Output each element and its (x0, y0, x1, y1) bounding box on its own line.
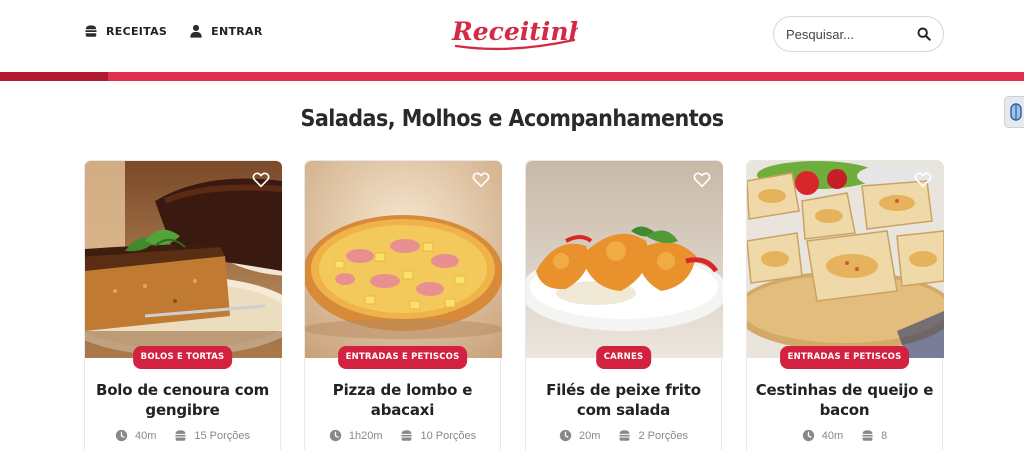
burger-icon (619, 430, 631, 441)
heart-icon[interactable] (693, 171, 711, 189)
prep-time-value: 40m (821, 429, 844, 442)
nav-receitas[interactable]: RECEITAS (84, 24, 167, 38)
servings: 10 Porções (400, 429, 476, 442)
search-icon[interactable] (917, 27, 931, 41)
clock-icon (559, 429, 572, 442)
clock-icon (115, 429, 128, 442)
recipe-image[interactable] (526, 161, 723, 358)
recipe-card[interactable]: ENTRADAS E PETISCOS Pizza de lombo e aba… (304, 160, 502, 450)
prep-time: 1h20m (329, 429, 383, 442)
site-header: RECEITAS ENTRAR Receitinhas (0, 0, 1024, 70)
nav-entrar[interactable]: ENTRAR (189, 24, 262, 38)
search-box[interactable] (773, 16, 944, 52)
clock-icon (802, 429, 814, 442)
header-accent-bar-dark (0, 72, 108, 81)
servings: 15 Porções (174, 429, 250, 442)
nav-entrar-label: ENTRAR (211, 24, 263, 38)
servings-value: 15 Porções (194, 429, 251, 442)
main-nav: RECEITAS ENTRAR (84, 24, 263, 38)
recipe-title[interactable]: Pizza de lombo e abacaxi (313, 380, 492, 420)
category-badge[interactable]: CARNES (595, 346, 652, 369)
search-input[interactable] (786, 26, 917, 42)
category-badge[interactable]: BOLOS E TORTAS (132, 346, 233, 369)
recipe-meta: 40m 8 (747, 429, 942, 442)
prep-time-value: 20m (579, 429, 601, 442)
accessibility-icon (1010, 103, 1022, 121)
prep-time-value: 40m (134, 429, 157, 442)
servings: 2 Porções (618, 429, 688, 442)
user-icon (190, 24, 202, 38)
nav-receitas-label: RECEITAS (106, 24, 168, 38)
clock-icon (329, 429, 342, 442)
servings-value: 8 (881, 429, 888, 442)
logo-text: Receitinhas (451, 17, 578, 46)
burger-icon (401, 430, 413, 441)
prep-time: 40m (802, 429, 843, 442)
recipe-card[interactable]: CARNES Filés de peixe frito com salada 2… (525, 160, 723, 450)
recipe-title[interactable]: Cestinhas de queijo e bacon (755, 380, 934, 420)
servings-value: 10 Porções (420, 429, 477, 442)
servings: 8 (861, 429, 887, 442)
prep-time: 20m (559, 429, 600, 442)
site-logo[interactable]: Receitinhas (450, 10, 578, 58)
recipe-card[interactable]: BOLOS E TORTAS Bolo de cenoura com gengi… (84, 160, 282, 450)
recipe-meta: 20m 2 Porções (526, 429, 721, 442)
heart-icon[interactable] (914, 171, 932, 189)
category-badge[interactable]: ENTRADAS E PETISCOS (337, 346, 468, 369)
recipe-image[interactable] (305, 161, 502, 358)
burger-icon (862, 430, 873, 441)
section-title: Saladas, Molhos e Acompanhamentos (300, 106, 724, 132)
recipe-meta: 40m 15 Porções (85, 429, 280, 442)
prep-time: 40m (115, 429, 156, 442)
burger-icon (85, 25, 97, 37)
recipe-image[interactable] (85, 161, 282, 358)
recipe-title[interactable]: Filés de peixe frito com salada (534, 380, 713, 420)
heart-icon[interactable] (252, 171, 270, 189)
header-accent-bar (108, 72, 1024, 81)
category-badge[interactable]: ENTRADAS E PETISCOS (779, 346, 910, 369)
recipe-meta: 1h20m 10 Porções (305, 429, 500, 442)
recipe-card[interactable]: ENTRADAS E PETISCOS Cestinhas de queijo … (746, 160, 944, 450)
servings-value: 2 Porções (638, 429, 688, 442)
recipe-image[interactable] (747, 161, 944, 358)
recipe-title[interactable]: Bolo de cenoura com gengibre (93, 380, 272, 420)
side-widget-tab[interactable] (1004, 96, 1024, 128)
heart-icon[interactable] (472, 171, 490, 189)
prep-time-value: 1h20m (348, 429, 383, 442)
burger-icon (175, 430, 187, 441)
